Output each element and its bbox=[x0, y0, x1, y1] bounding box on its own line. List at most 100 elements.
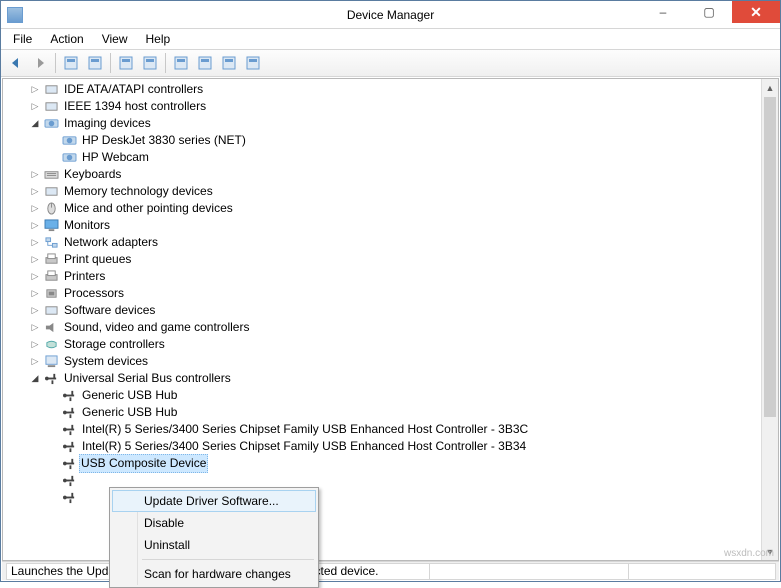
collapse-icon[interactable]: ◢ bbox=[29, 118, 41, 130]
context-menu: Update Driver Software... Disable Uninstal… bbox=[109, 487, 319, 588]
forward-arrow-icon[interactable] bbox=[29, 52, 51, 74]
tree-item[interactable]: ◢ Universal Serial Bus controllers bbox=[3, 370, 778, 387]
refresh-icon[interactable] bbox=[139, 52, 161, 74]
tree-item-label: IEEE 1394 host controllers bbox=[62, 98, 208, 115]
vertical-scrollbar[interactable]: ▲ ▼ bbox=[761, 79, 778, 560]
minimize-button[interactable]: – bbox=[640, 1, 686, 23]
context-menu-item-label: Update Driver Software... bbox=[144, 494, 279, 508]
tree-item[interactable]: ▷ Processors bbox=[3, 285, 778, 302]
tree-item[interactable]: ▷Intel(R) 5 Series/3400 Series Chipset F… bbox=[3, 438, 778, 455]
context-menu-item[interactable]: Uninstall bbox=[112, 534, 316, 556]
tree-item-label: Printers bbox=[62, 268, 107, 285]
usb-icon bbox=[61, 389, 77, 403]
expand-icon[interactable]: ▷ bbox=[29, 254, 41, 266]
context-menu-separator bbox=[142, 559, 314, 560]
expand-icon[interactable]: ▷ bbox=[29, 356, 41, 368]
tree-item-label: Monitors bbox=[62, 217, 112, 234]
window-title: Device Manager bbox=[347, 8, 434, 22]
scan-icon[interactable] bbox=[170, 52, 192, 74]
tree-item-label: Storage controllers bbox=[62, 336, 167, 353]
tree-item[interactable]: ▷ IDE ATA/ATAPI controllers bbox=[3, 81, 778, 98]
tree-item[interactable]: ▷Generic USB Hub bbox=[3, 404, 778, 421]
tree-item[interactable]: ▷ Keyboards bbox=[3, 166, 778, 183]
tree-item[interactable]: ▷ Printers bbox=[3, 268, 778, 285]
update-driver-icon[interactable] bbox=[194, 52, 216, 74]
tree-item[interactable]: ▷HP DeskJet 3830 series (NET) bbox=[3, 132, 778, 149]
maximize-button[interactable]: ▢ bbox=[686, 1, 732, 23]
menu-action[interactable]: Action bbox=[42, 30, 91, 48]
tree-item[interactable]: ▷USB Composite Device bbox=[3, 455, 778, 472]
tree-item-label: Print queues bbox=[62, 251, 133, 268]
expand-icon[interactable]: ▷ bbox=[29, 203, 41, 215]
tree-item-label: IDE ATA/ATAPI controllers bbox=[62, 81, 205, 98]
expand-icon[interactable]: ▷ bbox=[29, 305, 41, 317]
usb-icon bbox=[61, 491, 77, 505]
scroll-thumb[interactable] bbox=[764, 97, 776, 417]
window-buttons: – ▢ ✕ bbox=[640, 1, 780, 23]
status-cell-2 bbox=[429, 563, 629, 580]
tree-item[interactable]: ▷ Storage controllers bbox=[3, 336, 778, 353]
menu-file[interactable]: File bbox=[5, 30, 40, 48]
toolbar bbox=[1, 49, 780, 77]
expand-icon[interactable]: ▷ bbox=[29, 101, 41, 113]
tree-item-label: Network adapters bbox=[62, 234, 160, 251]
tree-item-label: Keyboards bbox=[62, 166, 123, 183]
back-arrow-icon[interactable] bbox=[5, 52, 27, 74]
ide-icon bbox=[43, 83, 59, 97]
expand-icon[interactable]: ▷ bbox=[29, 237, 41, 249]
tree-item[interactable]: ▷HP Webcam bbox=[3, 149, 778, 166]
expand-icon[interactable]: ▷ bbox=[29, 271, 41, 283]
tree-item[interactable]: ▷Generic USB Hub bbox=[3, 387, 778, 404]
context-menu-item[interactable]: Disable bbox=[112, 512, 316, 534]
tree-item[interactable]: ▷Intel(R) 5 Series/3400 Series Chipset F… bbox=[3, 421, 778, 438]
tree-item[interactable]: ▷ Monitors bbox=[3, 217, 778, 234]
tree-item[interactable]: ▷Sound, video and game controllers bbox=[3, 319, 778, 336]
scroll-up-icon[interactable]: ▲ bbox=[762, 79, 778, 96]
expand-icon[interactable]: ▷ bbox=[29, 322, 41, 334]
monitor-icon bbox=[43, 219, 59, 233]
usb-icon bbox=[61, 423, 77, 437]
tree-item-label: Processors bbox=[62, 285, 126, 302]
menu-help[interactable]: Help bbox=[138, 30, 179, 48]
printer-icon bbox=[43, 270, 59, 284]
context-menu-item-label: Uninstall bbox=[144, 538, 190, 552]
tree-item[interactable]: ▷ IEEE 1394 host controllers bbox=[3, 98, 778, 115]
software-icon bbox=[43, 304, 59, 318]
context-menu-item-label: Disable bbox=[144, 516, 184, 530]
tree-item[interactable]: ▷ Software devices bbox=[3, 302, 778, 319]
tree-item[interactable]: ◢Imaging devices bbox=[3, 115, 778, 132]
tree-item[interactable]: ▷ System devices bbox=[3, 353, 778, 370]
tree-item[interactable]: ▷ Memory technology devices bbox=[3, 183, 778, 200]
tree-item-label: USB Composite Device bbox=[79, 454, 208, 473]
toolbar-separator bbox=[165, 53, 166, 73]
tree-item[interactable]: ▷ Print queues bbox=[3, 251, 778, 268]
mouse-icon bbox=[43, 202, 59, 216]
tree-item[interactable]: ▷ Network adapters bbox=[3, 234, 778, 251]
titlebar: Device Manager – ▢ ✕ bbox=[1, 1, 780, 29]
tree-item[interactable]: ▷Mice and other pointing devices bbox=[3, 200, 778, 217]
tree-item-label: Intel(R) 5 Series/3400 Series Chipset Fa… bbox=[80, 438, 528, 455]
expand-icon[interactable]: ▷ bbox=[29, 339, 41, 351]
expand-icon[interactable]: ▷ bbox=[29, 84, 41, 96]
keyboard-icon bbox=[43, 168, 59, 182]
close-button[interactable]: ✕ bbox=[732, 1, 780, 23]
tree-item-label: System devices bbox=[62, 353, 150, 370]
toolbar-separator bbox=[110, 53, 111, 73]
expand-icon[interactable]: ▷ bbox=[29, 288, 41, 300]
menu-view[interactable]: View bbox=[94, 30, 136, 48]
expand-icon[interactable]: ▷ bbox=[29, 186, 41, 198]
expand-icon[interactable]: ▷ bbox=[29, 169, 41, 181]
uninstall-icon[interactable] bbox=[218, 52, 240, 74]
tree-item-label: Memory technology devices bbox=[62, 183, 215, 200]
imaging-icon bbox=[61, 151, 77, 165]
properties-icon[interactable] bbox=[84, 52, 106, 74]
usb-icon bbox=[61, 406, 77, 420]
expand-icon[interactable]: ▷ bbox=[29, 220, 41, 232]
tree-item-label: Software devices bbox=[62, 302, 157, 319]
collapse-icon[interactable]: ◢ bbox=[29, 373, 41, 385]
show-hidden-icon[interactable] bbox=[60, 52, 82, 74]
tree-item-label: Universal Serial Bus controllers bbox=[62, 370, 233, 387]
help-icon[interactable] bbox=[115, 52, 137, 74]
disable-icon[interactable] bbox=[242, 52, 264, 74]
context-menu-item[interactable]: Update Driver Software... bbox=[112, 490, 316, 512]
